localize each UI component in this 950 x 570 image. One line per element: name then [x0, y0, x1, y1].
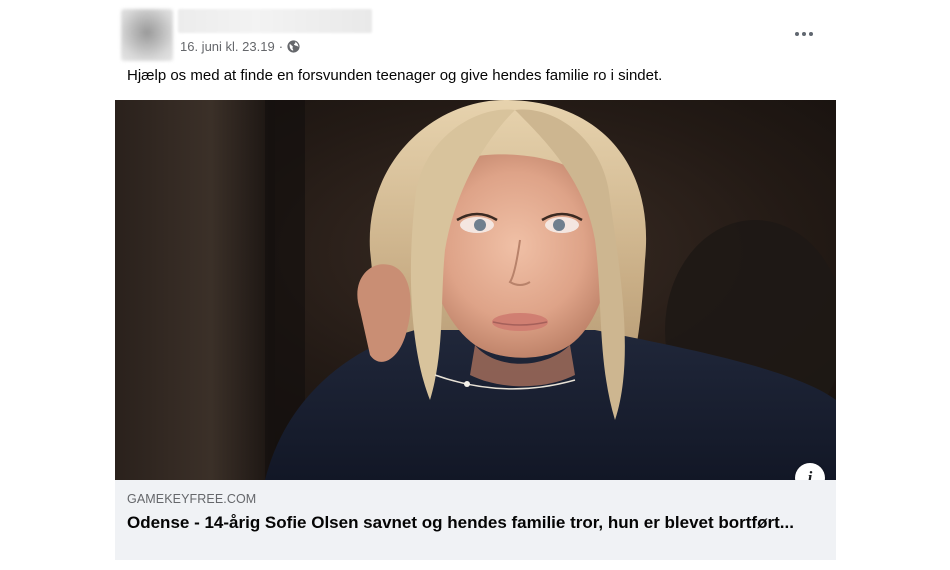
- post-caption: Hjælp os med at finde en forsvunden teen…: [127, 67, 663, 84]
- link-preview-card[interactable]: i GAMEKEYFREE.COM Odense - 14-årig Sofie…: [115, 100, 836, 560]
- link-preview-meta[interactable]: GAMEKEYFREE.COM Odense - 14-årig Sofie O…: [115, 480, 836, 560]
- more-options-icon[interactable]: [790, 22, 818, 46]
- post-meta: 16. juni kl. 23.19 ·: [180, 37, 300, 55]
- facebook-post: 16. juni kl. 23.19 · Hjælp os med at fin…: [0, 0, 950, 570]
- meta-separator: ·: [278, 38, 284, 54]
- globe-icon[interactable]: [287, 39, 300, 53]
- link-title[interactable]: Odense - 14-årig Sofie Olsen savnet og h…: [127, 512, 817, 534]
- post-timestamp[interactable]: 16. juni kl. 23.19: [180, 39, 275, 54]
- author-avatar-blurred[interactable]: [121, 9, 173, 61]
- link-domain: GAMEKEYFREE.COM: [127, 492, 257, 506]
- link-preview-image[interactable]: [115, 100, 836, 480]
- author-name-blurred[interactable]: [178, 9, 372, 33]
